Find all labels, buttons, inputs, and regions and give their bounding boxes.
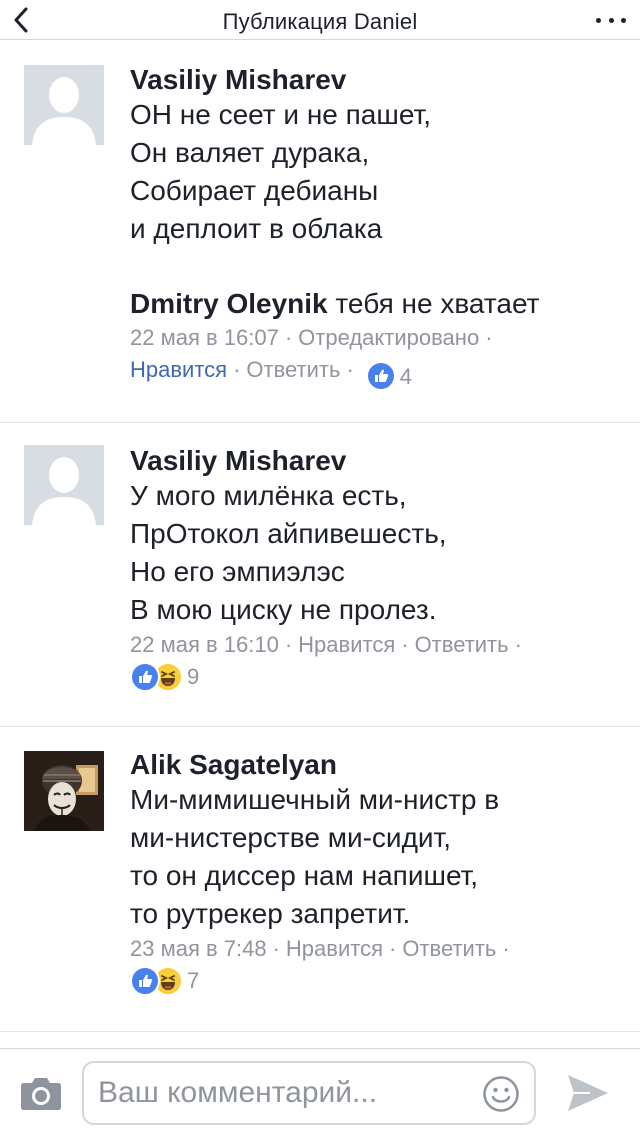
reply-author[interactable]: Dmitry Oleynik <box>130 288 328 319</box>
dot-icon <box>596 17 601 23</box>
comment-line: ми-нистерстве ми-сидит, <box>130 822 452 853</box>
comment-line: то рутрекер запретит. <box>130 898 411 929</box>
like-reaction-icon <box>130 966 160 996</box>
like-button[interactable]: Нравится <box>286 936 383 961</box>
reaction-count: 4 <box>399 364 413 389</box>
comment-meta: 22 мая в 16:10 · Нравится · Ответить · <box>130 632 522 657</box>
like-reaction-icon <box>130 662 160 692</box>
comment-line: Собирает дебианы <box>130 175 379 206</box>
comment-input[interactable] <box>98 1071 478 1115</box>
comment-line: Но его эмпиэлэс <box>130 556 345 587</box>
reaction-count: 7 <box>187 968 200 993</box>
comment-line: ПрОтокол айпивешесть, <box>130 518 447 549</box>
comment-item: Alik Sagatelyan Ми-мимишечный ми-нистр в… <box>0 727 640 1031</box>
comment-text: Ми-мимишечный ми-нистр в ми-нистерстве м… <box>130 781 624 933</box>
reply-text: тебя не хватает <box>327 288 540 319</box>
comment-line: Ми-мимишечный ми-нистр в <box>130 784 500 815</box>
reaction-summary[interactable]: 4 <box>365 361 413 393</box>
comment-line: ОН не сеет и не пашет, <box>130 99 431 130</box>
comment-timestamp[interactable]: 22 мая в 16:07 <box>130 325 279 350</box>
comment-item: Vasiliy Misharev У мого милёнка есть, Пр… <box>0 423 640 726</box>
camera-button[interactable] <box>20 1075 62 1111</box>
reaction-count: 9 <box>187 664 200 689</box>
reply-item: Dmitry Oleynik тебя не хватает 22 мая в … <box>130 286 624 393</box>
divider <box>0 1031 640 1032</box>
comment-input-box[interactable] <box>82 1061 536 1125</box>
send-button[interactable] <box>564 1071 612 1115</box>
comment-timestamp[interactable]: 23 мая в 7:48 <box>130 936 267 961</box>
comment-line: Он валяет дурака, <box>130 137 370 168</box>
comment-author[interactable]: Vasiliy Misharev <box>130 64 624 96</box>
dot-icon <box>608 17 614 23</box>
nav-bar: Публикация Daniel <box>0 0 640 40</box>
comment-author[interactable]: Vasiliy Misharev <box>130 445 624 477</box>
reply-button[interactable]: Ответить <box>246 357 340 382</box>
more-options-button[interactable] <box>596 14 626 26</box>
comment-line: В мою циску не пролез. <box>130 594 437 625</box>
dot-icon <box>621 17 626 23</box>
comment-line: и деплоит в облака <box>130 213 383 244</box>
emoji-icon <box>483 1076 519 1112</box>
comment-text: ОН не сеет и не пашет, Он валяет дурака,… <box>130 96 624 248</box>
page-title: Публикация Daniel <box>222 9 418 34</box>
avatar[interactable] <box>24 751 104 831</box>
reaction-summary[interactable]: 7 <box>130 965 624 997</box>
like-button[interactable]: Нравится <box>298 632 395 657</box>
comment-author[interactable]: Alik Sagatelyan <box>130 749 624 781</box>
comment-line: то он диссер нам напишет, <box>130 860 479 891</box>
comment-timestamp[interactable]: 22 мая в 16:10 <box>130 632 279 657</box>
comment-meta: 23 мая в 7:48 · Нравится · Ответить · <box>130 936 510 961</box>
avatar[interactable] <box>24 65 104 145</box>
default-profile-icon <box>24 65 104 145</box>
reply-meta: 22 мая в 16:07 · Отредактировано · <box>130 325 493 350</box>
like-reaction-icon <box>365 361 396 391</box>
default-profile-icon <box>24 445 104 525</box>
emoji-button[interactable] <box>482 1075 520 1113</box>
reply-button[interactable]: Ответить <box>402 936 496 961</box>
like-button[interactable]: Нравится <box>130 357 227 382</box>
reply-actions: Нравится · Ответить · 4 <box>130 354 624 393</box>
reaction-summary[interactable]: 9 <box>130 661 624 693</box>
comment-line: У мого милёнка есть, <box>130 480 407 511</box>
comment-text: У мого милёнка есть, ПрОтокол айпивешест… <box>130 477 624 629</box>
avatar[interactable] <box>24 445 104 525</box>
send-icon <box>568 1075 608 1111</box>
comment-composer <box>0 1048 640 1136</box>
edited-label[interactable]: Отредактировано <box>298 325 479 350</box>
comment-item: Vasiliy Misharev ОН не сеет и не пашет, … <box>0 40 640 422</box>
camera-icon <box>21 1078 61 1110</box>
reply-button[interactable]: Ответить <box>415 632 509 657</box>
profile-photo <box>24 751 104 831</box>
